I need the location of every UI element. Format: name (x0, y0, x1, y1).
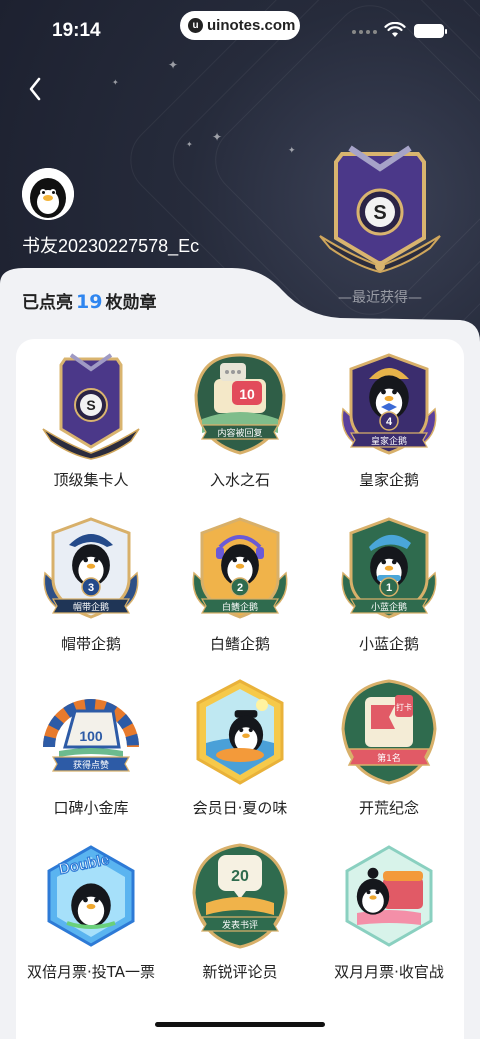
sparkle-icon: ✦ (186, 140, 193, 149)
badge-item[interactable]: 打卡 第1名开荒纪念 (314, 677, 464, 837)
recent-badge-icon[interactable]: S (312, 138, 448, 278)
penguin-avatar-icon (22, 168, 74, 220)
badge-item[interactable]: 会员日·夏の味 (165, 677, 315, 837)
svg-text:第1名: 第1名 (377, 752, 401, 764)
comment-badge-icon: 20 发表书评 (192, 843, 288, 949)
wifi-icon (384, 22, 406, 37)
svg-text:3: 3 (88, 582, 94, 594)
svg-text:内容被回复: 内容被回复 (217, 427, 262, 439)
svg-text:10: 10 (239, 386, 255, 402)
badge-item[interactable]: 1 小蓝企鹅 小蓝企鹅 (314, 513, 464, 673)
badge-item[interactable]: 10 内容被回复入水之石 (165, 349, 315, 509)
home-indicator (155, 1022, 325, 1027)
badge-item[interactable]: 2 白鳍企鹅 白鳍企鹅 (165, 513, 315, 673)
badge-item[interactable]: 100 获得点赞口碑小金库 (16, 677, 166, 837)
first-checkin-badge-icon: 打卡 第1名 (341, 679, 437, 785)
badge-name: 顶级集卡人 (53, 471, 129, 489)
royal-penguin-badge-icon: 4 皇家企鹅 (341, 353, 437, 455)
chest-badge-icon (345, 845, 433, 947)
sparkle-icon: ✦ (112, 78, 119, 87)
badge-item[interactable]: 3 帽带企鹅 帽带企鹅 (16, 513, 166, 673)
svg-text:帽带企鹅: 帽带企鹅 (73, 601, 109, 613)
badge-name: 双月月票·收官战 (334, 963, 444, 981)
badge-name: 开荒纪念 (358, 799, 419, 817)
badge-item[interactable]: S 顶级集卡人 (16, 349, 166, 509)
badge-name: 双倍月票·投TA一票 (26, 963, 156, 981)
sparkle-icon: ✦ (288, 146, 296, 156)
reply-badge-icon: 10 内容被回复 (194, 353, 286, 455)
status-time: 19:14 (52, 20, 101, 41)
badge-name: 帽带企鹅 (60, 635, 121, 653)
likes-badge-icon: 100 获得点赞 (43, 699, 139, 772)
badge-item[interactable]: 4 皇家企鹅 皇家企鹅 (314, 349, 464, 509)
badge-item[interactable]: 20 发表书评新锐评论员 (165, 841, 315, 1001)
badge-count-line: 已点亮 19 枚勋章 (22, 288, 156, 313)
svg-text:发表书评: 发表书评 (222, 919, 258, 931)
double-badge-icon: Double (47, 845, 135, 947)
badge-count: 19 (76, 291, 103, 313)
summer-badge-icon (196, 679, 284, 785)
username: 书友20230227578_Ec (22, 236, 200, 256)
signal-dots-icon (352, 30, 377, 34)
blue-penguin-badge-icon: 1 小蓝企鹅 (341, 517, 437, 619)
svg-text:S: S (86, 397, 95, 413)
url-pill[interactable]: u uinotes.com (180, 11, 300, 40)
battery-icon (414, 24, 447, 38)
badge-name: 会员日·夏の味 (192, 799, 288, 817)
svg-text:20: 20 (231, 868, 249, 885)
badge-name: 皇家企鹅 (358, 471, 419, 489)
avatar[interactable] (22, 168, 74, 220)
badge-grid-card: S 顶级集卡人 10 内容被回复 入水之石 4 皇家企鹅 皇家企鹅 3 帽带企鹅… (16, 339, 464, 1039)
svg-text:皇家企鹅: 皇家企鹅 (371, 435, 407, 447)
badge-item[interactable]: Double 双倍月票·投TA一票 (16, 841, 166, 1001)
badge-name: 新锐评论员 (202, 963, 278, 981)
svg-text:小蓝企鹅: 小蓝企鹅 (371, 601, 407, 613)
svg-text:1: 1 (386, 582, 392, 594)
white-fin-penguin-badge-icon: 2 白鳍企鹅 (192, 517, 288, 619)
status-bar: 19:14 u uinotes.com (0, 0, 480, 60)
sparkle-icon: ✦ (212, 130, 223, 144)
s-card-badge-icon: S (42, 353, 140, 460)
badge-name: 小蓝企鹅 (358, 635, 419, 653)
badge-name: 口碑小金库 (53, 799, 129, 817)
svg-text:4: 4 (386, 416, 393, 428)
svg-text:打卡: 打卡 (396, 702, 412, 712)
count-suffix: 枚勋章 (105, 293, 157, 313)
svg-text:100: 100 (79, 728, 103, 744)
url-text: uinotes.com (207, 17, 296, 34)
svg-text:白鳍企鹅: 白鳍企鹅 (222, 601, 258, 613)
badge-name: 入水之石 (209, 471, 270, 489)
badge-name: 白鳍企鹅 (209, 635, 270, 653)
count-prefix: 已点亮 (22, 293, 73, 313)
hat-penguin-badge-icon: 3 帽带企鹅 (43, 517, 139, 619)
svg-text:S: S (373, 202, 386, 224)
svg-text:2: 2 (237, 582, 243, 594)
badge-item[interactable]: 双月月票·收官战 (314, 841, 464, 1001)
svg-text:获得点赞: 获得点赞 (73, 759, 109, 771)
sparkle-icon: ✦ (168, 58, 179, 72)
back-arrow-icon[interactable] (24, 74, 48, 104)
site-logo-icon: u (188, 18, 203, 33)
